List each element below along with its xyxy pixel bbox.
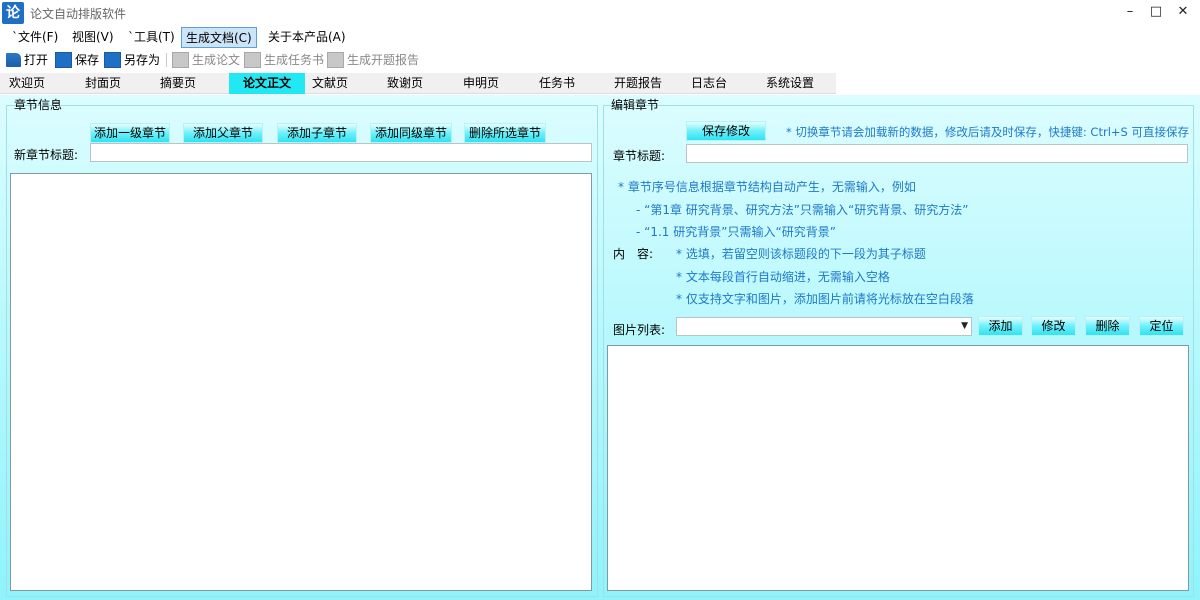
save-button[interactable]: 保存 — [55, 50, 99, 70]
close-button[interactable]: ✕ — [1170, 2, 1196, 22]
chapter-title-label: 章节标题: — [613, 149, 666, 163]
save-as-button[interactable]: 另存为 — [104, 50, 160, 70]
image-list-label: 图片列表: — [613, 323, 666, 337]
generate-task-button[interactable]: 生成任务书 — [244, 50, 324, 70]
main-area: 章节信息 添加一级章节 添加父章节 添加子章节 添加同级章节 删除所选章节 新章… — [0, 95, 1200, 600]
tab-body[interactable]: 论文正文 — [229, 73, 305, 94]
image-list-dropdown[interactable]: ▼ — [676, 317, 972, 336]
document-icon — [172, 52, 189, 68]
open-label: 打开 — [24, 53, 49, 67]
menu-about[interactable]: 关于本产品(A) — [264, 27, 350, 48]
title-bar: 论 论文自动排版软件 – □ ✕ — [0, 0, 1200, 26]
chapter-info-title: 章节信息 — [14, 98, 63, 112]
open-button[interactable]: 打开 — [6, 50, 48, 70]
save-as-label: 另存为 — [124, 53, 161, 67]
content-editor[interactable] — [607, 345, 1189, 591]
window-title: 论文自动排版软件 — [30, 7, 127, 21]
content-hint-indent: * 文本每段首行自动缩进，无需输入空格 — [676, 270, 890, 284]
generate-proposal-button[interactable]: 生成开题报告 — [327, 50, 419, 70]
menu-generate-document[interactable]: 生成文档(C) — [181, 27, 257, 48]
tab-bar: 欢迎页 封面页 摘要页 论文正文 文献页 致谢页 申明页 任务书 开题报告 日志… — [0, 73, 836, 94]
numbering-example-2: - “1.1 研究背景”只需输入“研究背景” — [636, 225, 836, 239]
tab-references[interactable]: 文献页 — [303, 73, 357, 94]
chapter-tree[interactable] — [10, 173, 592, 591]
content-hint-optional: * 选填，若留空则该标题段的下一段为其子标题 — [676, 247, 926, 261]
generate-task-label: 生成任务书 — [264, 53, 325, 67]
add-parent-chapter-button[interactable]: 添加父章节 — [183, 123, 263, 143]
add-image-button[interactable]: 添加 — [978, 316, 1023, 336]
chevron-down-icon: ▼ — [961, 321, 968, 331]
minimize-button[interactable]: – — [1117, 2, 1143, 22]
new-chapter-title-input[interactable] — [90, 143, 592, 162]
tab-welcome[interactable]: 欢迎页 — [0, 73, 54, 94]
tab-declaration[interactable]: 申明页 — [454, 73, 508, 94]
save-label: 保存 — [75, 53, 100, 67]
toolbar: 打开 保存 另存为 生成论文 生成任务书 生成开题报告 — [0, 50, 1200, 71]
menu-bar: `文件(F) 视图(V) `工具(T) 生成文档(C) 关于本产品(A) — [0, 27, 1200, 49]
generate-paper-label: 生成论文 — [192, 53, 241, 67]
toolbar-separator — [166, 53, 167, 67]
tab-task-book[interactable]: 任务书 — [530, 73, 584, 94]
edit-image-button[interactable]: 修改 — [1031, 316, 1076, 336]
tab-cover[interactable]: 封面页 — [76, 73, 130, 94]
tab-acknowledgement[interactable]: 致谢页 — [378, 73, 432, 94]
delete-selected-chapter-button[interactable]: 删除所选章节 — [464, 123, 546, 143]
app-icon: 论 — [2, 2, 24, 24]
floppy-disk-icon — [55, 52, 72, 68]
add-top-level-chapter-button[interactable]: 添加一级章节 — [90, 123, 170, 143]
tab-proposal[interactable]: 开题报告 — [606, 73, 670, 94]
chapter-title-input[interactable] — [686, 144, 1188, 163]
menu-file[interactable]: `文件(F) — [8, 27, 62, 48]
edit-chapter-title: 编辑章节 — [611, 98, 660, 112]
document-icon — [244, 52, 261, 68]
add-child-chapter-button[interactable]: 添加子章节 — [277, 123, 357, 143]
save-tip-text: * 切换章节请会加载新的数据，修改后请及时保存，快捷键: Ctrl+S 可直接保… — [786, 125, 1189, 139]
new-chapter-title-label: 新章节标题: — [14, 148, 79, 162]
tab-abstract[interactable]: 摘要页 — [151, 73, 205, 94]
numbering-hint: * 章节序号信息根据章节结构自动产生，无需输入，例如 — [618, 180, 916, 194]
generate-paper-button[interactable]: 生成论文 — [172, 50, 240, 70]
numbering-example-1: - “第1章 研究背景、研究方法”只需输入“研究背景、研究方法” — [636, 203, 969, 217]
tab-settings[interactable]: 系统设置 — [758, 73, 822, 94]
content-hint-images: * 仅支持文字和图片，添加图片前请将光标放在空白段落 — [676, 292, 974, 306]
document-icon — [327, 52, 344, 68]
maximize-button[interactable]: □ — [1143, 2, 1169, 22]
folder-open-icon — [6, 53, 21, 67]
add-sibling-chapter-button[interactable]: 添加同级章节 — [370, 123, 452, 143]
content-label: 内 容: — [613, 247, 654, 261]
menu-tools[interactable]: `工具(T) — [124, 27, 179, 48]
delete-image-button[interactable]: 删除 — [1085, 316, 1130, 336]
tab-log[interactable]: 日志台 — [682, 73, 736, 94]
locate-image-button[interactable]: 定位 — [1139, 316, 1184, 336]
generate-proposal-label: 生成开题报告 — [347, 53, 420, 67]
save-changes-button[interactable]: 保存修改 — [686, 121, 766, 141]
floppy-disk-icon — [104, 52, 121, 68]
menu-view[interactable]: 视图(V) — [68, 27, 118, 48]
